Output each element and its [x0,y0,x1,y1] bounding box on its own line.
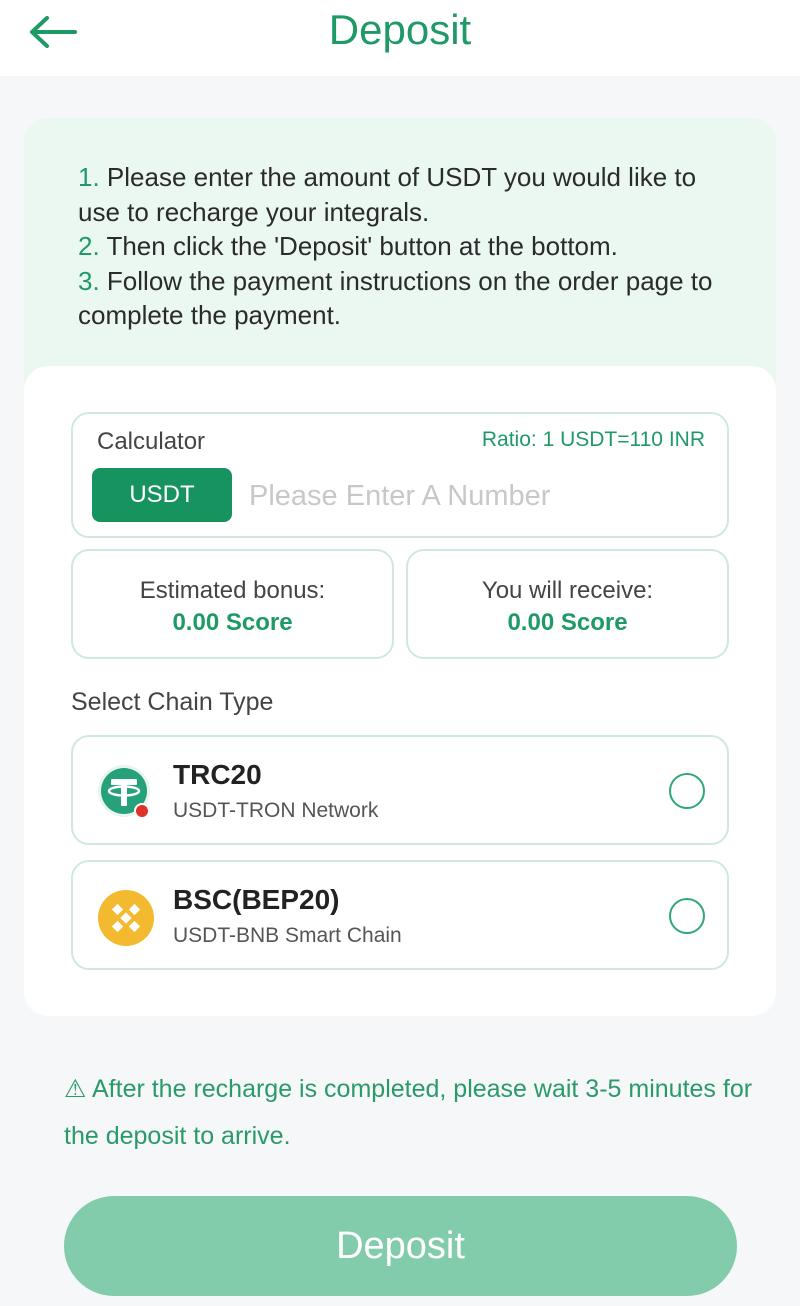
estimated-bonus-box: Estimated bonus: 0.00 Score [71,549,394,659]
instructions-text: 1. Please enter the amount of USDT you w… [78,160,738,333]
receive-amount-value: 0.00 Score [507,609,628,636]
page-title: Deposit [328,6,472,53]
currency-button[interactable]: USDT [92,468,232,522]
instruction-item: 2. Then click the 'Deposit' button at th… [78,231,618,261]
chain-type-title: Select Chain Type [71,688,274,716]
receive-amount-label: You will receive: [481,577,654,604]
deposit-notice: ⚠ After the recharge is completed, pleas… [64,1066,754,1160]
chain-network: USDT-BNB Smart Chain [173,924,402,947]
estimated-bonus-value: 0.00 Score [172,609,293,636]
calculator-label: Calculator [97,428,206,455]
notice-text: After the recharge is completed, please … [64,1075,753,1150]
receive-amount-box: You will receive: 0.00 Score [406,549,729,659]
exchange-ratio: Ratio: 1 USDT=110 INR [481,428,705,451]
calculator-box: Calculator Ratio: 1 USDT=110 INR USDT [71,412,729,538]
chain-radio-bep20[interactable] [669,898,705,934]
warning-icon: ⚠ [64,1075,87,1103]
chain-name: TRC20 [173,759,262,790]
bnb-icon [98,890,154,946]
top-bar: Deposit [0,0,800,76]
chain-option-bep20[interactable]: BSC(BEP20) USDT-BNB Smart Chain [71,860,729,970]
deposit-button[interactable]: Deposit [64,1196,737,1296]
chain-radio-trc20[interactable] [669,773,705,809]
estimated-bonus-label: Estimated bonus: [139,577,326,604]
chain-network: USDT-TRON Network [173,799,379,822]
tether-icon [98,765,150,819]
amount-input[interactable] [249,472,709,520]
instruction-item: 3. Follow the payment instructions on th… [78,265,713,331]
chain-option-trc20[interactable]: TRC20 USDT-TRON Network [71,735,729,845]
instruction-item: 1. Please enter the amount of USDT you w… [78,162,697,227]
chain-name: BSC(BEP20) [173,884,340,915]
